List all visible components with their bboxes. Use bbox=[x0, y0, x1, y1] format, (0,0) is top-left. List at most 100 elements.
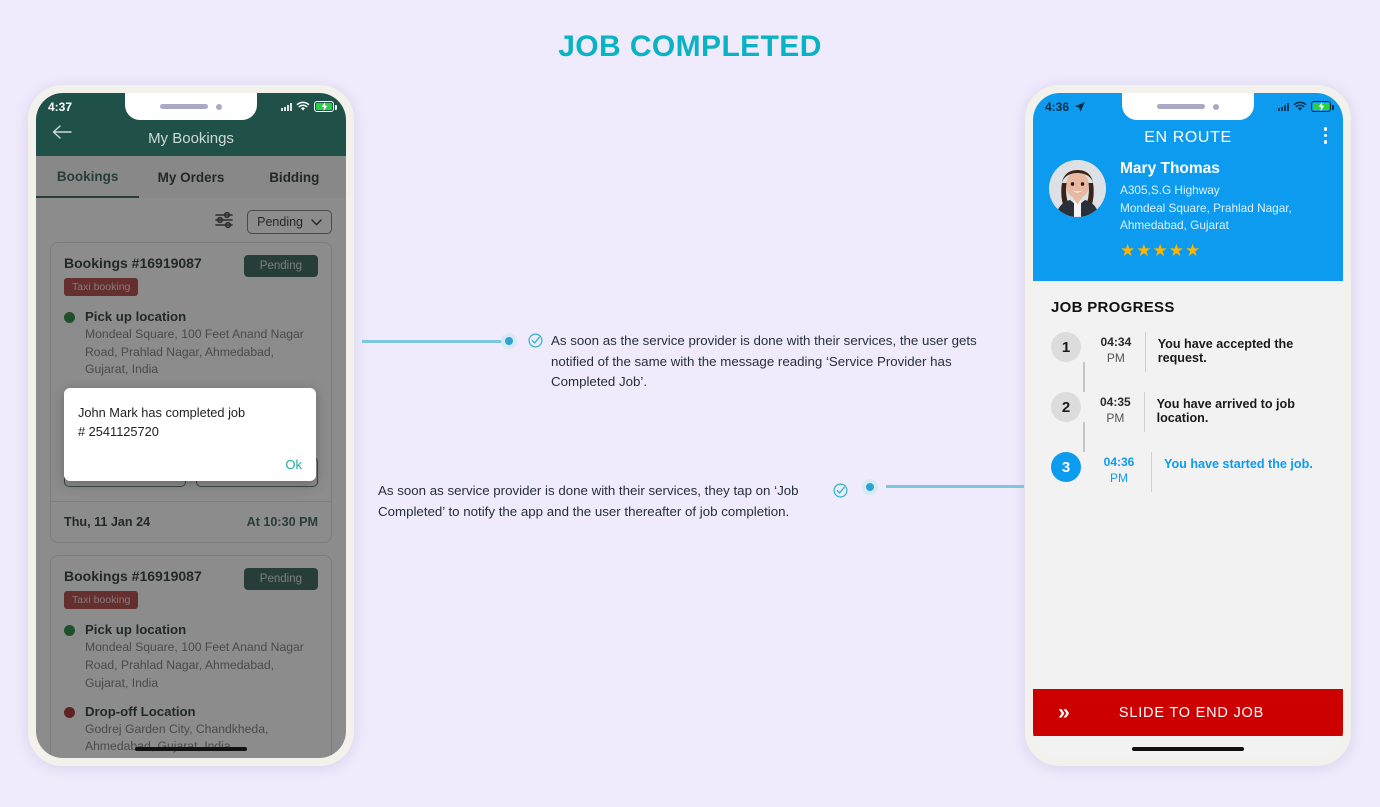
phone-notch bbox=[125, 93, 257, 120]
tab-bidding[interactable]: Bidding bbox=[243, 156, 346, 198]
step-time: 04:36 PM bbox=[1091, 452, 1147, 486]
home-indicator bbox=[1132, 747, 1244, 751]
connector-dot-icon bbox=[501, 333, 517, 349]
status-filter-dropdown[interactable]: Pending bbox=[247, 210, 332, 234]
step-description: You have arrived to job location. bbox=[1156, 397, 1295, 426]
job-progress-steps: 1 04:34 PM You have accepted the request… bbox=[1033, 332, 1343, 512]
dropoff-label: Drop-off Location bbox=[85, 703, 196, 719]
notch-speaker bbox=[1157, 104, 1205, 109]
location-list: Pick up location Mondeal Square, 100 Fee… bbox=[64, 622, 318, 755]
step-description: You have accepted the request. bbox=[1157, 337, 1294, 366]
screen-title: EN ROUTE bbox=[1144, 129, 1232, 146]
kebab-menu-icon[interactable] bbox=[1323, 127, 1327, 144]
battery-charging-icon bbox=[1311, 101, 1334, 112]
slide-button-label: SLIDE TO END JOB bbox=[1118, 704, 1265, 721]
connector-line-bottom bbox=[886, 485, 1024, 488]
job-progress-panel: JOB PROGRESS 1 04:34 PM You have accepte… bbox=[1033, 281, 1343, 758]
job-completed-alert-dialog: John Mark has completed job # 2541125720… bbox=[64, 388, 316, 482]
booking-time: At 10:30 PM bbox=[246, 515, 318, 530]
pickup-address: Mondeal Square, 100 Feet Anand Nagar Roa… bbox=[85, 640, 304, 690]
page-title: JOB COMPLETED bbox=[558, 30, 822, 63]
job-progress-title: JOB PROGRESS bbox=[1051, 299, 1175, 317]
pickup-location-row: Pick up location Mondeal Square, 100 Fee… bbox=[64, 622, 318, 692]
booking-card-footer: Thu, 11 Jan 24 At 10:30 PM bbox=[51, 501, 331, 542]
status-icons-group bbox=[281, 101, 337, 112]
phone-notch bbox=[1122, 93, 1254, 120]
provider-address-line1: A305,S.G Highway bbox=[1120, 183, 1220, 197]
pickup-label: Pick up location bbox=[85, 622, 187, 638]
navigation-arrow-icon bbox=[1075, 101, 1086, 112]
step-number: 2 bbox=[1051, 392, 1081, 423]
step-number: 3 bbox=[1051, 452, 1081, 483]
tab-bookings[interactable]: Bookings bbox=[36, 156, 140, 198]
status-filter-value: Pending bbox=[257, 215, 303, 229]
avatar bbox=[1049, 160, 1106, 217]
connector-line-top bbox=[362, 340, 502, 343]
annotation-top-text: As soon as the service provider is done … bbox=[551, 333, 977, 390]
step-time-ampm: PM bbox=[1106, 411, 1125, 426]
step-time-ampm: PM bbox=[1110, 471, 1128, 486]
status-badge: Pending bbox=[243, 255, 318, 277]
pickup-address: Mondeal Square, 100 Feet Anand Nagar Roa… bbox=[85, 327, 304, 377]
double-chevron-right-icon: » bbox=[1058, 700, 1070, 724]
booking-date: Thu, 11 Jan 24 bbox=[64, 515, 151, 530]
booking-card-header: Bookings #16919087 Taxi booking Pending bbox=[64, 255, 318, 296]
slide-to-end-job-button[interactable]: » SLIDE TO END JOB bbox=[1033, 689, 1343, 736]
connector-dot-icon bbox=[862, 479, 878, 495]
provider-address-line3: Ahmedabad, Gujarat bbox=[1120, 218, 1229, 233]
check-circle-icon bbox=[833, 483, 848, 498]
pickup-dot-icon bbox=[64, 312, 75, 323]
bookings-tabbar: Bookings My Orders Bidding bbox=[36, 156, 346, 198]
booking-card[interactable]: Bookings #16919087 Taxi booking Pending … bbox=[50, 555, 332, 758]
booking-card-header: Bookings #16919087 Taxi booking Pending bbox=[64, 568, 318, 610]
right-phone-mockup: 4:36 EN ROUTE Mary Thomas A305,S.G Highw… bbox=[1025, 85, 1351, 766]
wifi-icon bbox=[1293, 101, 1307, 111]
status-time: 4:37 bbox=[48, 99, 73, 114]
provider-address-line2: Mondeal Square, Prahlad Nagar, bbox=[1120, 200, 1292, 215]
alert-message-line1: John Mark has completed job bbox=[78, 405, 246, 420]
progress-step-active: 3 04:36 PM You have started the job. bbox=[1051, 452, 1325, 512]
booking-type-tag: Taxi booking bbox=[64, 591, 139, 610]
pickup-location-row: Pick up location Mondeal Square, 100 Fee… bbox=[64, 309, 318, 379]
status-time-group: 4:37 bbox=[48, 100, 72, 114]
booking-type-tag: Taxi booking bbox=[64, 278, 139, 296]
back-arrow-icon[interactable] bbox=[52, 125, 72, 144]
provider-name: Mary Thomas bbox=[1120, 160, 1220, 177]
annotation-bottom: As soon as service provider is done with… bbox=[378, 481, 848, 522]
alert-ok-button[interactable]: Ok bbox=[78, 457, 302, 472]
pickup-label: Pick up location bbox=[85, 309, 187, 324]
tab-my-orders[interactable]: My Orders bbox=[139, 156, 242, 198]
page-header-title: My Bookings bbox=[148, 129, 234, 147]
annotation-bottom-text: As soon as service provider is done with… bbox=[378, 483, 799, 519]
step-time: 04:35 PM bbox=[1091, 392, 1140, 426]
notch-camera bbox=[216, 103, 222, 110]
battery-charging-icon bbox=[314, 101, 337, 112]
chevron-down-icon bbox=[311, 218, 322, 225]
step-divider bbox=[1144, 332, 1146, 373]
bookings-toolbar: Pending bbox=[36, 198, 346, 242]
dropoff-dot-icon bbox=[64, 706, 75, 718]
signal-bars-icon bbox=[1278, 102, 1289, 111]
status-icons-group bbox=[1278, 101, 1334, 112]
status-badge: Pending bbox=[243, 568, 318, 591]
filter-sliders-icon[interactable] bbox=[215, 211, 235, 234]
step-time-value: 04:35 bbox=[1100, 395, 1131, 410]
left-phone-mockup: 4:37 My Bookings Bookings My Orders Bidd… bbox=[28, 85, 354, 766]
step-divider bbox=[1151, 452, 1152, 493]
booking-id: Bookings #16919087 bbox=[64, 568, 202, 585]
en-route-panel: EN ROUTE Mary Thomas A305,S.G Highway Mo… bbox=[1033, 93, 1343, 282]
step-connector-line bbox=[1083, 422, 1085, 453]
rating-stars: ★★★★★ bbox=[1120, 241, 1202, 261]
step-time-value: 04:34 bbox=[1100, 335, 1132, 350]
step-time-ampm: PM bbox=[1106, 351, 1125, 366]
progress-step: 1 04:34 PM You have accepted the request… bbox=[1051, 332, 1325, 393]
notch-camera bbox=[1213, 103, 1219, 110]
step-number: 1 bbox=[1051, 332, 1081, 363]
home-indicator bbox=[135, 747, 247, 751]
right-phone-screen: 4:36 EN ROUTE Mary Thomas A305,S.G Highw… bbox=[1033, 93, 1343, 758]
step-connector-line bbox=[1083, 362, 1085, 393]
provider-details: Mary Thomas A305,S.G Highway Mondeal Squ… bbox=[1120, 160, 1292, 261]
annotation-top: As soon as the service provider is done … bbox=[528, 331, 1006, 393]
step-divider bbox=[1143, 392, 1145, 433]
step-description: You have started the job. bbox=[1164, 457, 1313, 472]
